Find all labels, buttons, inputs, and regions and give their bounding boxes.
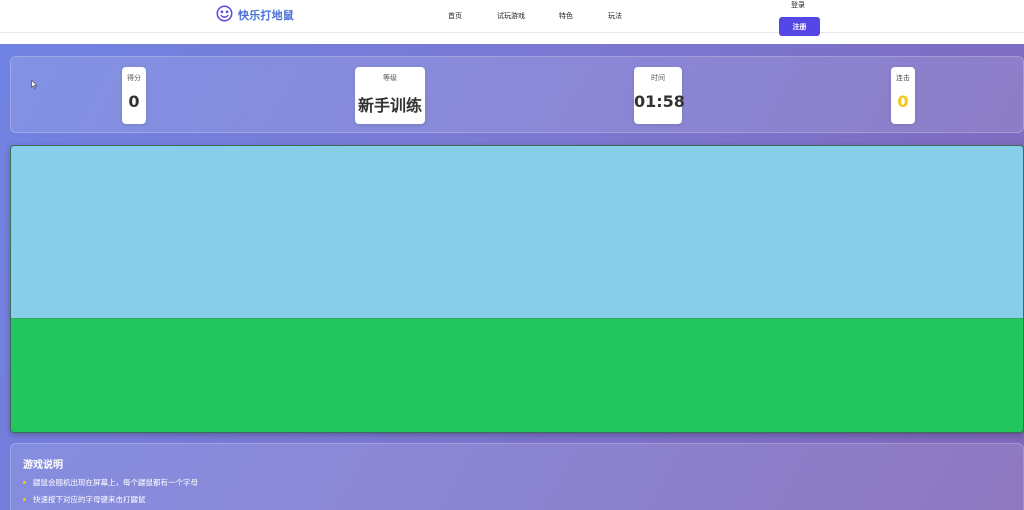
game-area[interactable] xyxy=(10,145,1024,433)
game-grass xyxy=(11,318,1023,432)
score-label: 得分 xyxy=(127,74,141,82)
score-card: 得分 0 xyxy=(122,67,146,124)
top-header: 快乐打地鼠 首页 试玩游戏 特色 玩法 登录 注册 xyxy=(0,0,1024,36)
list-item: 鼹鼠会随机出现在屏幕上，每个鼹鼠都有一个字母 xyxy=(23,477,198,494)
mouse-cursor-icon xyxy=(31,80,38,89)
combo-value: 0 xyxy=(897,92,909,111)
combo-label: 连击 xyxy=(896,74,910,82)
main-area: 得分 0 等级 新手训练 时间 01:58 连击 0 游戏说明 鼹鼠会随机出现在… xyxy=(0,44,1024,510)
combo-card: 连击 0 xyxy=(891,67,915,124)
instruction-text: 快速按下对应的字母键来击打鼹鼠 xyxy=(33,495,146,504)
instructions-title: 游戏说明 xyxy=(23,460,63,471)
bullet-dot-icon xyxy=(23,481,26,484)
game-sky xyxy=(11,146,1023,318)
smiley-icon xyxy=(216,5,233,21)
instructions-list: 鼹鼠会随机出现在屏幕上，每个鼹鼠都有一个字母 快速按下对应的字母键来击打鼹鼠 xyxy=(23,477,198,510)
instruction-text: 鼹鼠会随机出现在屏幕上，每个鼹鼠都有一个字母 xyxy=(33,478,198,487)
register-button[interactable]: 注册 xyxy=(779,17,820,36)
nav-home[interactable]: 首页 xyxy=(448,11,462,21)
level-value: 新手训练 xyxy=(357,96,422,115)
list-item: 快速按下对应的字母键来击打鼹鼠 xyxy=(23,494,198,510)
level-label: 等级 xyxy=(383,74,397,82)
bullet-dot-icon xyxy=(23,498,26,501)
stats-panel: 得分 0 等级 新手训练 时间 01:58 连击 0 xyxy=(10,56,1024,133)
logo[interactable]: 快乐打地鼠 xyxy=(216,2,294,28)
level-card: 等级 新手训练 xyxy=(355,67,425,124)
nav-features[interactable]: 特色 xyxy=(559,11,573,21)
nav-how-to-play[interactable]: 玩法 xyxy=(608,11,622,21)
time-card: 时间 01:58 xyxy=(634,67,685,124)
nav-try-game[interactable]: 试玩游戏 xyxy=(497,11,525,21)
time-value: 01:58 xyxy=(634,92,685,111)
login-link[interactable]: 登录 xyxy=(791,0,805,10)
instructions-panel: 游戏说明 鼹鼠会随机出现在屏幕上，每个鼹鼠都有一个字母 快速按下对应的字母键来击… xyxy=(10,443,1024,510)
logo-text: 快乐打地鼠 xyxy=(238,9,294,22)
score-value: 0 xyxy=(128,92,140,111)
time-label: 时间 xyxy=(651,74,665,82)
